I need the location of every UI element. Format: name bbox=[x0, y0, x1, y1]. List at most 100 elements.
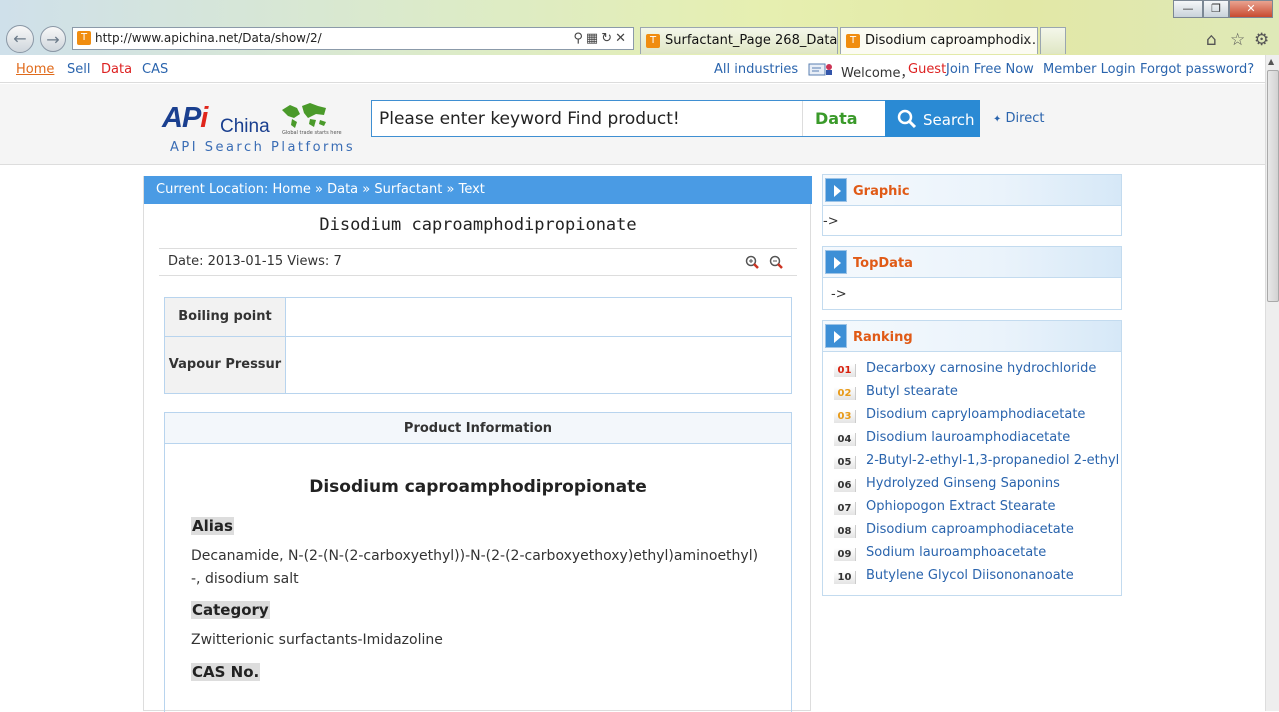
product-name: Disodium caproamphodipropionate bbox=[309, 477, 647, 497]
breadcrumb-text[interactable]: Text bbox=[459, 182, 485, 197]
category-value: Zwitterionic surfactants-Imidazoline bbox=[191, 632, 443, 648]
rank-number: 06 bbox=[834, 479, 856, 492]
minimize-button[interactable]: — bbox=[1173, 0, 1203, 18]
scrollbar-thumb[interactable] bbox=[1267, 70, 1279, 302]
address-url: http://www.apichina.net/Data/show/2/ bbox=[95, 31, 322, 45]
settings-gear-icon[interactable]: ⚙ bbox=[1254, 30, 1269, 50]
back-button[interactable]: ← bbox=[6, 25, 34, 53]
graphic-title: Graphic bbox=[853, 184, 910, 199]
user-card-icon bbox=[808, 62, 834, 76]
stop-icon[interactable]: ✕ bbox=[615, 31, 629, 46]
rank-link[interactable]: Disodium capryloamphodiacetate bbox=[866, 407, 1085, 422]
nav-cas-link[interactable]: CAS bbox=[142, 62, 168, 77]
section-arrow-icon bbox=[825, 178, 847, 202]
rank-number: 05 bbox=[834, 456, 856, 469]
date-value: 2013-01-15 bbox=[207, 254, 284, 269]
search-button[interactable]: Search bbox=[885, 100, 980, 137]
forward-button[interactable]: → bbox=[40, 26, 66, 52]
breadcrumb-prefix: Current Location: bbox=[156, 182, 269, 197]
ranking-list: 01 Decarboxy carnosine hydrochloride 02 Bu… bbox=[823, 352, 1121, 590]
logo[interactable]: APi bbox=[162, 102, 208, 135]
rank-link[interactable]: Butylene Glycol Diisononanoate bbox=[866, 568, 1074, 583]
list-item: 02 Butyl stearate bbox=[823, 383, 1121, 406]
page-scrollbar[interactable]: ▲ bbox=[1265, 55, 1279, 711]
logo-tagline: Global trade starts here bbox=[282, 130, 342, 136]
list-item: 01 Decarboxy carnosine hydrochloride bbox=[823, 360, 1121, 383]
rank-number: 07 bbox=[834, 502, 856, 515]
nav-sell-link[interactable]: Sell bbox=[67, 62, 90, 77]
search-category-select[interactable]: Data bbox=[802, 101, 885, 136]
scroll-up-icon[interactable]: ▲ bbox=[1268, 57, 1274, 66]
views-label: Views: bbox=[287, 254, 330, 269]
restore-button[interactable]: ❐ bbox=[1203, 0, 1229, 18]
property-key: Vapour Pressur bbox=[164, 336, 286, 394]
breadcrumb-sep: » bbox=[362, 182, 371, 197]
top-link-bar: Home Sell Data CAS All industries Welcom… bbox=[0, 55, 1265, 83]
table-row: Boiling point bbox=[164, 297, 792, 337]
rank-number: 01 bbox=[834, 364, 856, 377]
list-item: 06 Hydrolyzed Ginseng Saponins bbox=[823, 475, 1121, 498]
forward-arrow-icon: → bbox=[46, 30, 60, 49]
back-arrow-icon: ← bbox=[13, 29, 27, 48]
compat-view-icon[interactable]: ▦ bbox=[586, 31, 601, 46]
rank-link[interactable]: Butyl stearate bbox=[866, 384, 958, 399]
rank-number: 10 bbox=[834, 571, 856, 584]
address-bar[interactable]: T http://www.apichina.net/Data/show/2/ ⚲… bbox=[72, 27, 634, 50]
cas-label: CAS No. bbox=[191, 663, 261, 681]
list-item: 04 Disodium lauroamphodiacetate bbox=[823, 429, 1121, 452]
join-free-link[interactable]: Join Free Now bbox=[946, 62, 1034, 77]
views-value: 7 bbox=[333, 254, 342, 269]
list-item: 05 2-Butyl-2-ethyl-1,3-propanediol 2-ethy… bbox=[823, 452, 1121, 475]
nav-home-link[interactable]: Home bbox=[16, 62, 54, 77]
breadcrumb-data[interactable]: Data bbox=[327, 182, 358, 197]
search-icon[interactable]: ⚲ bbox=[573, 31, 586, 46]
table-row: Vapour Pressur bbox=[164, 336, 792, 394]
zoom-in-icon[interactable] bbox=[745, 255, 759, 269]
rank-link[interactable]: 2-Butyl-2-ethyl-1,3-propanediol 2-ethyl bbox=[866, 453, 1119, 468]
browser-chrome: — ❐ ✕ ← → T http://www.apichina.net/Data… bbox=[0, 0, 1279, 55]
logo-subtitle: API Search Platforms bbox=[170, 140, 356, 155]
favorites-star-icon[interactable]: ☆ bbox=[1230, 30, 1245, 50]
all-industries-link[interactable]: All industries bbox=[714, 62, 798, 77]
rank-link[interactable]: Hydrolyzed Ginseng Saponins bbox=[866, 476, 1060, 491]
section-arrow-icon bbox=[825, 324, 847, 348]
breadcrumb-surfactant[interactable]: Surfactant bbox=[374, 182, 442, 197]
graphic-header: Graphic bbox=[823, 175, 1121, 206]
breadcrumb-home[interactable]: Home bbox=[272, 182, 310, 197]
rank-link[interactable]: Decarboxy carnosine hydrochloride bbox=[866, 361, 1096, 376]
member-login-link[interactable]: Member Login bbox=[1043, 62, 1136, 77]
guest-text: Guest bbox=[908, 62, 947, 77]
tab-surfactant-page[interactable]: T Surfactant_Page 268_Data_A... bbox=[640, 27, 838, 54]
ranking-box: Ranking 01 Decarboxy carnosine hydrochlor… bbox=[822, 320, 1122, 596]
direct-link[interactable]: ✦ Direct bbox=[993, 111, 1044, 126]
address-tools[interactable]: ⚲▦↻✕ bbox=[573, 28, 629, 49]
direct-arrow-icon: ✦ bbox=[993, 114, 1002, 125]
tab-disodium[interactable]: T Disodium caproamphodi... x bbox=[840, 27, 1038, 54]
nav-data-link[interactable]: Data bbox=[101, 62, 132, 77]
ranking-header: Ranking bbox=[823, 321, 1121, 352]
rank-link[interactable]: Ophiopogon Extract Stearate bbox=[866, 499, 1055, 514]
tab-close-icon[interactable]: x bbox=[1023, 28, 1031, 53]
zoom-out-icon[interactable] bbox=[769, 255, 783, 269]
rank-link[interactable]: Disodium lauroamphodiacetate bbox=[866, 430, 1070, 445]
rank-number: 02 bbox=[834, 387, 856, 400]
home-icon[interactable]: ⌂ bbox=[1206, 30, 1217, 50]
close-window-button[interactable]: ✕ bbox=[1229, 0, 1273, 18]
product-info-box: Product Information Disodium caproamphod… bbox=[164, 412, 792, 712]
rank-number: 08 bbox=[834, 525, 856, 538]
search-input[interactable]: Please enter keyword Find product! bbox=[379, 109, 680, 129]
tab-label: Disodium caproamphodi... bbox=[865, 33, 1036, 48]
rank-number: 04 bbox=[834, 433, 856, 446]
property-value bbox=[285, 297, 792, 337]
list-item: 07 Ophiopogon Extract Stearate bbox=[823, 498, 1121, 521]
list-item: 03 Disodium capryloamphodiacetate bbox=[823, 406, 1121, 429]
site-header: APi China Global trade starts here API S… bbox=[0, 84, 1265, 165]
graphic-body: -> bbox=[823, 214, 839, 229]
refresh-icon[interactable]: ↻ bbox=[601, 31, 615, 46]
topdata-title: TopData bbox=[853, 256, 913, 271]
rank-link[interactable]: Sodium lauroamphoacetate bbox=[866, 545, 1046, 560]
new-tab-button[interactable] bbox=[1040, 27, 1066, 54]
forgot-password-link[interactable]: Forgot password? bbox=[1140, 62, 1254, 77]
tab-favicon-icon: T bbox=[646, 34, 660, 48]
rank-link[interactable]: Disodium caproamphodiacetate bbox=[866, 522, 1074, 537]
